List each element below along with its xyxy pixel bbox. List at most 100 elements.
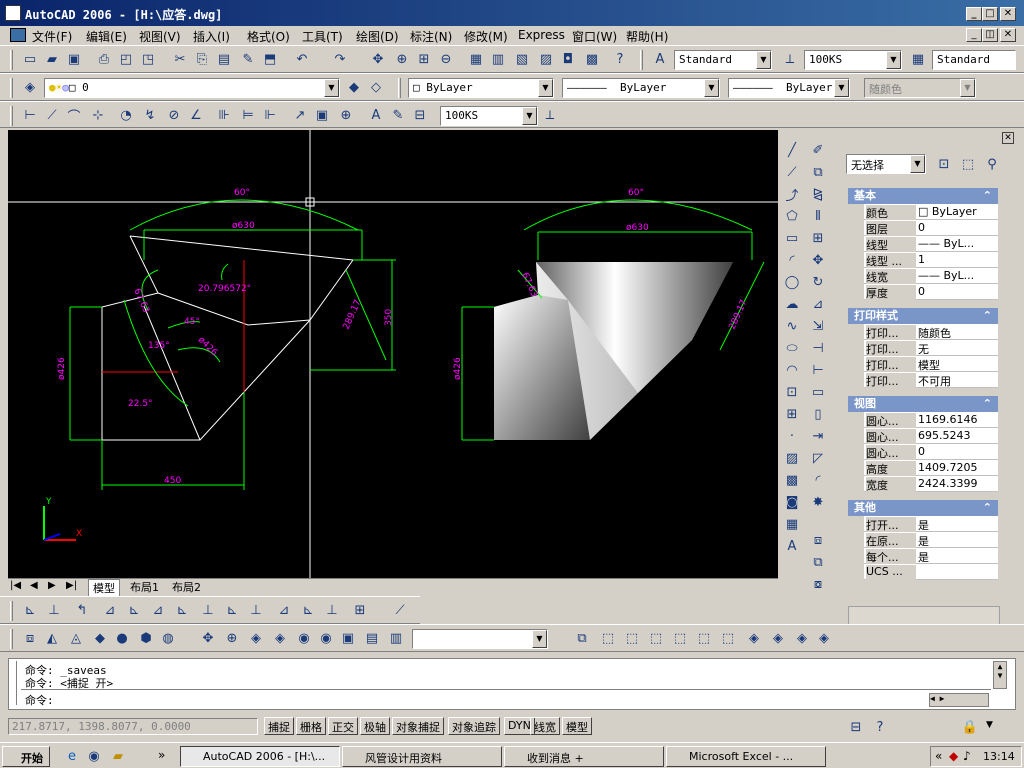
prop-row[interactable]: 图层 0	[864, 220, 998, 236]
polygon-icon[interactable]: ⬠	[782, 206, 802, 226]
ucs-3point-icon[interactable]: ⊾	[222, 600, 242, 620]
make-block-icon[interactable]: ⊞	[782, 404, 802, 424]
angular-dim-icon[interactable]: ∠	[186, 105, 206, 125]
tab-nav-first-icon[interactable]: |◀	[10, 580, 21, 591]
ucs-origin-icon[interactable]: ⊾	[172, 600, 192, 620]
ie-icon[interactable]: e	[62, 746, 82, 766]
ucs-view-icon[interactable]: ⊿	[148, 600, 168, 620]
text-style-icon[interactable]: A	[650, 49, 670, 69]
linetype-select[interactable]: —————— ByLayer ▼	[562, 78, 720, 98]
lineweight-select[interactable]: —————— ByLayer ▼	[728, 78, 850, 98]
inquiry-icon[interactable]: ⟋	[390, 600, 410, 620]
prop-row[interactable]: 圆心... 0	[864, 444, 998, 460]
zoom-3d-icon[interactable]: ⊕	[222, 628, 242, 648]
task-message[interactable]: 收到消息 +	[504, 746, 664, 767]
help-status-icon[interactable]: ?	[870, 717, 890, 737]
ucs-rotate-x-icon[interactable]: ⊿	[274, 600, 294, 620]
drawing-canvas[interactable]: 60° ø630 20.796572° 45° ø426 135° 22.5° …	[8, 130, 778, 578]
command-prompt[interactable]: 命令:	[21, 689, 991, 710]
construction-line-icon[interactable]: ⟋	[782, 162, 802, 182]
tool-palettes-icon[interactable]: ▧	[512, 49, 532, 69]
ucs-object-icon[interactable]: ⊾	[124, 600, 144, 620]
menu-edit[interactable]: 编辑(E)	[86, 28, 127, 45]
move-icon[interactable]: ✥	[808, 250, 828, 270]
plotstyle-select[interactable]: 随颜色 ▼	[864, 78, 976, 98]
otrack-button[interactable]: 对象追踪	[448, 717, 500, 735]
quick-select-icon[interactable]: ⚲	[982, 154, 1002, 174]
task-excel[interactable]: Microsoft Excel - ...	[666, 746, 826, 767]
menu-tools[interactable]: 工具(T)	[302, 28, 343, 45]
doc-restore-button[interactable]: ◫	[982, 28, 998, 42]
section-basic[interactable]: 基本 ⌃	[848, 188, 998, 204]
folder-icon[interactable]: ▰	[108, 746, 128, 766]
doc-minimize-button[interactable]: _	[966, 28, 982, 42]
dim-style-manager-icon[interactable]: ⟂	[540, 105, 560, 125]
spline-icon[interactable]: ∿	[782, 316, 802, 336]
circle-icon[interactable]: ◯	[782, 272, 802, 292]
mtext-icon[interactable]: A	[782, 536, 802, 556]
mirror-icon[interactable]: ⧎	[808, 184, 828, 204]
se-iso-icon[interactable]: ◈	[768, 628, 788, 648]
text-style-select[interactable]: Standard ▼	[674, 50, 772, 70]
ucs-previous-icon[interactable]: ↰	[72, 600, 92, 620]
break-point-icon[interactable]: ▭	[808, 382, 828, 402]
prop-row[interactable]: 打印... 无	[864, 340, 998, 356]
zoom-window-icon[interactable]: ⊞	[414, 49, 434, 69]
quick-dim-icon[interactable]: ⊪	[214, 105, 234, 125]
prop-row[interactable]: 每个... 是	[864, 548, 998, 564]
extend-icon[interactable]: ⊢	[808, 360, 828, 380]
layer-previous-icon[interactable]: ◇	[366, 77, 386, 97]
paste-icon[interactable]: ▤	[214, 49, 234, 69]
zoom-realtime-icon[interactable]: ⊕	[392, 49, 412, 69]
ellipse-icon[interactable]: ⬭	[782, 338, 802, 358]
clip-icon[interactable]: ▣	[338, 628, 358, 648]
lwt-button[interactable]: 线宽	[530, 717, 560, 735]
prop-row[interactable]: 宽度 2424.3399	[864, 476, 998, 492]
prop-row[interactable]: 线宽 —— ByL...	[864, 268, 998, 284]
table-style-icon[interactable]: ▦	[908, 49, 928, 69]
coordinates[interactable]: 217.8717, 1398.8077, 0.0000	[8, 718, 258, 735]
menu-express[interactable]: Express	[518, 28, 565, 42]
prop-row[interactable]: 打开... 是	[864, 516, 998, 532]
prop-row[interactable]: 线型 ... 1	[864, 252, 998, 268]
menu-window[interactable]: 窗口(W)	[572, 28, 617, 45]
task-autocad[interactable]: AutoCAD 2006 - [H:\...	[180, 746, 340, 767]
ucs-world-icon[interactable]: ⊥	[44, 600, 64, 620]
menu-draw[interactable]: 绘图(D)	[356, 28, 399, 45]
block-editor-icon[interactable]: ⬒	[260, 49, 280, 69]
view-select[interactable]: ▼	[412, 629, 548, 649]
section-view[interactable]: 视图 ⌃	[848, 396, 998, 412]
menu-format[interactable]: 格式(O)	[247, 28, 290, 45]
arc-length-icon[interactable]: ⌒	[64, 105, 84, 125]
sw-iso-icon[interactable]: ◈	[744, 628, 764, 648]
menu-view[interactable]: 视图(V)	[139, 28, 181, 45]
tolerance-icon[interactable]: ▣	[312, 105, 332, 125]
leader-icon[interactable]: ↗	[290, 105, 310, 125]
center-mark-icon[interactable]: ⊕	[336, 105, 356, 125]
prop-row[interactable]: 打印... 随颜色	[864, 324, 998, 340]
publish-icon[interactable]: ◳	[138, 49, 158, 69]
pan-icon[interactable]: ✥	[368, 49, 388, 69]
menu-file[interactable]: 文件(F)	[32, 28, 72, 45]
scale-icon[interactable]: ⊿	[808, 294, 828, 314]
nw-iso-icon[interactable]: ◈	[814, 628, 834, 648]
bottom-view-icon[interactable]: ⬚	[622, 628, 642, 648]
layer-select[interactable]: ●☀◍□ 0 ▼	[44, 78, 340, 98]
snap-button[interactable]: 捕捉	[264, 717, 294, 735]
close-button[interactable]: ✕	[1000, 7, 1016, 21]
table-style-select[interactable]: Standard	[932, 50, 1016, 70]
erase-icon[interactable]: ✐	[808, 140, 828, 160]
scene-icon[interactable]: ◬	[66, 628, 86, 648]
back-view-icon[interactable]: ⬚	[718, 628, 738, 648]
hide-icon[interactable]: ⧈	[20, 628, 40, 648]
palette-close-icon[interactable]: ✕	[1002, 132, 1014, 144]
section-plot[interactable]: 打印样式 ⌃	[848, 308, 998, 324]
tray-app-icon[interactable]: ◆	[949, 749, 958, 763]
polyline-icon[interactable]: ⤴	[782, 184, 802, 204]
tab-nav-last-icon[interactable]: ▶|	[66, 580, 77, 591]
landscape-icon[interactable]: ◈	[270, 628, 290, 648]
document-icon[interactable]	[10, 28, 26, 42]
plot-icon[interactable]: ⎙	[94, 49, 114, 69]
tab-layout2[interactable]: 布局2	[168, 579, 205, 595]
break-icon[interactable]: ▯	[808, 404, 828, 424]
